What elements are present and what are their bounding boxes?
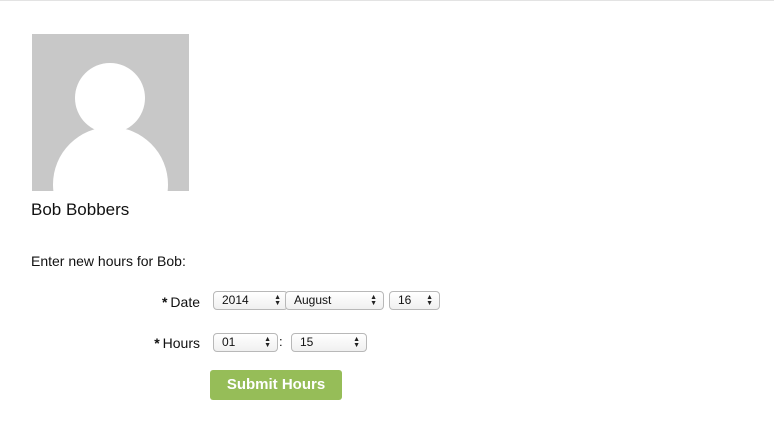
avatar-body-shape — [53, 127, 168, 191]
date-field-label: * Date — [110, 294, 200, 310]
hour-select-value: 01 — [222, 335, 236, 349]
minute-select-value: 15 — [300, 335, 314, 349]
submit-hours-button[interactable]: Submit Hours — [210, 370, 342, 400]
select-arrows-icon: ▲ ▼ — [370, 294, 377, 307]
hours-field-label: * Hours — [110, 335, 200, 351]
required-marker: * — [154, 335, 160, 351]
day-select[interactable]: 16 ▲ ▼ — [389, 291, 440, 310]
month-select[interactable]: August ▲ ▼ — [285, 291, 384, 310]
avatar-head-shape — [75, 63, 145, 133]
date-label-text: Date — [170, 294, 200, 310]
hour-select[interactable]: 01 ▲ ▼ — [213, 333, 278, 352]
minute-select[interactable]: 15 ▲ ▼ — [291, 333, 367, 352]
required-marker: * — [161, 294, 168, 310]
select-arrows-icon: ▲ ▼ — [274, 294, 281, 307]
select-arrows-icon: ▲ ▼ — [264, 336, 271, 349]
select-arrows-icon: ▲ ▼ — [353, 336, 360, 349]
year-select-value: 2014 — [222, 293, 249, 307]
top-divider — [0, 0, 774, 1]
profile-name: Bob Bobbers — [31, 200, 130, 219]
default-avatar-icon — [32, 34, 189, 191]
month-select-value: August — [294, 293, 332, 307]
time-separator: : — [279, 334, 283, 349]
year-select[interactable]: 2014 ▲ ▼ — [213, 291, 288, 310]
form-intro-text: Enter new hours for Bob: — [31, 253, 186, 269]
select-arrows-icon: ▲ ▼ — [426, 294, 433, 307]
hours-label-text: Hours — [162, 335, 200, 351]
day-select-value: 16 — [398, 293, 412, 307]
